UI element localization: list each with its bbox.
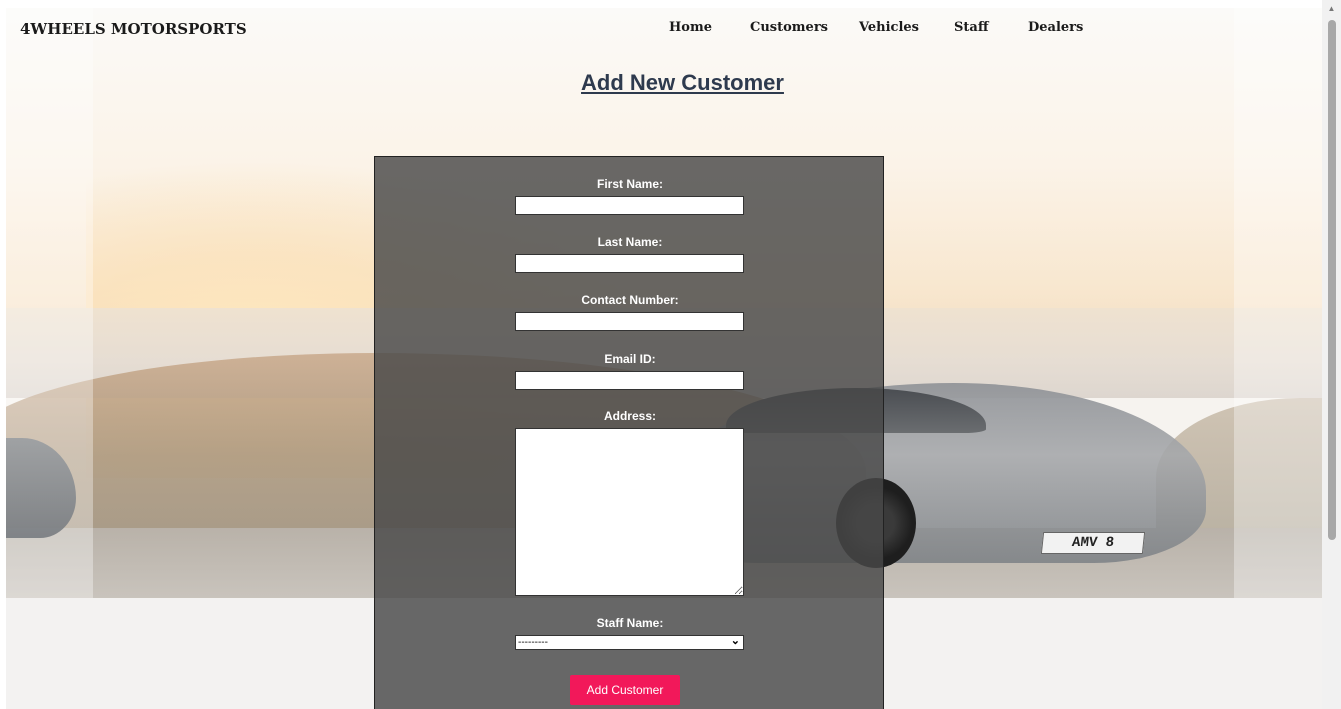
staff-name-select[interactable]: --------- ⌄ bbox=[515, 635, 744, 650]
last-name-label: Last Name: bbox=[597, 235, 663, 249]
scroll-thumb[interactable] bbox=[1328, 20, 1336, 540]
staff-name-label: Staff Name: bbox=[596, 616, 664, 630]
customer-form: First Name: Last Name: Contact Number: E… bbox=[374, 156, 884, 709]
background-right-strip bbox=[1234, 8, 1322, 598]
email-id-input[interactable] bbox=[515, 371, 744, 390]
staff-name-selected-value: --------- bbox=[518, 637, 548, 648]
page: AMV 8 4WHEELS MOTORSPORTS Home Customers… bbox=[0, 0, 1341, 709]
page-title: Add New Customer bbox=[581, 70, 784, 95]
contact-number-input[interactable] bbox=[515, 312, 744, 331]
nav-item-customers[interactable]: Customers bbox=[750, 20, 828, 35]
scroll-up-arrow-icon[interactable]: ▲ bbox=[1322, 4, 1341, 13]
address-textarea[interactable] bbox=[515, 428, 744, 596]
last-name-input[interactable] bbox=[515, 254, 744, 273]
chevron-down-icon: ⌄ bbox=[730, 635, 740, 647]
email-id-label: Email ID: bbox=[604, 352, 656, 366]
nav-bar: Home Customers Vehicles Staff Dealers bbox=[0, 20, 1341, 40]
first-name-input[interactable] bbox=[515, 196, 744, 215]
nav-item-vehicles[interactable]: Vehicles bbox=[859, 20, 919, 35]
address-label: Address: bbox=[603, 409, 656, 423]
contact-number-label: Contact Number: bbox=[581, 293, 679, 307]
first-name-label: First Name: bbox=[596, 177, 664, 191]
page-scrollbar[interactable]: ▲ bbox=[1322, 0, 1341, 709]
nav-item-staff[interactable]: Staff bbox=[954, 20, 989, 35]
background-car-plate: AMV 8 bbox=[1040, 532, 1146, 554]
nav-item-home[interactable]: Home bbox=[669, 20, 712, 35]
nav-item-dealers[interactable]: Dealers bbox=[1028, 20, 1083, 35]
add-customer-button[interactable]: Add Customer bbox=[570, 675, 680, 705]
